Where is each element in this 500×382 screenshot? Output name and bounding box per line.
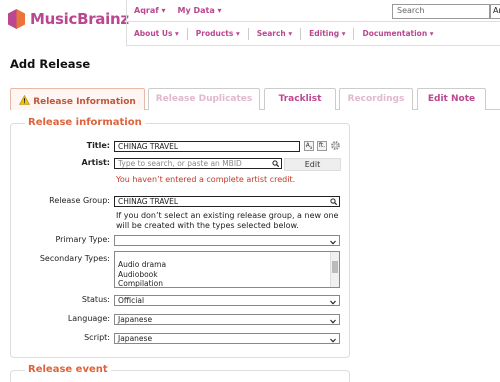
- scrollbar-thumb[interactable]: [332, 261, 338, 273]
- search-input[interactable]: Search: [392, 4, 490, 19]
- status-select[interactable]: Official: [114, 295, 340, 306]
- chevron-down-icon: [330, 317, 336, 324]
- list-item[interactable]: Audio drama: [118, 260, 336, 270]
- script-value: Japanese: [118, 334, 153, 343]
- artist-error-message: You haven’t entered a complete artist cr…: [116, 175, 296, 184]
- status-label: Status:: [81, 295, 110, 304]
- fieldset-legend: Release event: [25, 364, 111, 375]
- nav-products[interactable]: Products ▾: [196, 29, 248, 41]
- page-title: Add Release: [10, 57, 91, 71]
- nav-separator: [300, 28, 302, 40]
- gear-icon[interactable]: [330, 140, 341, 151]
- tab-label: Recordings: [347, 94, 405, 104]
- nav-separator: [186, 28, 188, 40]
- release-event-fieldset: Release event: [10, 364, 350, 382]
- user-nav: Aqraf ▾ My Data ▾: [134, 6, 222, 15]
- tab-edit-note[interactable]: Edit Note: [417, 88, 486, 110]
- tab-label: Edit Note: [427, 94, 476, 104]
- header-divider: [126, 0, 127, 46]
- site-header: MusicBrainz Aqraf ▾ My Data ▾ Search Art…: [0, 0, 500, 46]
- site-logo[interactable]: MusicBrainz: [8, 9, 129, 29]
- listbox-scrollbar[interactable]: [330, 252, 339, 287]
- nav-about-us[interactable]: About Us ▾: [134, 29, 187, 41]
- artist-placeholder: Type to search, or paste an MBID: [118, 159, 242, 168]
- tab-label: Release Information: [33, 97, 136, 107]
- guess-case-button[interactable]: Aa: [304, 141, 314, 151]
- status-value: Official: [118, 296, 145, 305]
- language-select[interactable]: Japanese: [114, 314, 340, 325]
- my-data-menu[interactable]: My Data ▾: [178, 6, 222, 15]
- artist-label: Artist:: [81, 158, 111, 167]
- tab-label: Release Duplicates: [155, 94, 253, 104]
- secondary-types-listbox[interactable]: Audio drama Audiobook Compilation: [114, 251, 340, 288]
- tab-tracklist[interactable]: Tracklist: [264, 88, 336, 110]
- guess-feat-icon: ft.: [318, 142, 326, 149]
- chevron-down-icon: [330, 336, 336, 343]
- nav-separator: [353, 28, 355, 40]
- search-icon[interactable]: [330, 198, 338, 206]
- artist-input[interactable]: Type to search, or paste an MBID: [114, 158, 282, 169]
- header-divider: [126, 21, 500, 22]
- title-input[interactable]: CHINAG TRAVEL: [114, 141, 300, 152]
- header-divider: [126, 45, 500, 46]
- release-group-input[interactable]: CHINAG TRAVEL: [114, 196, 340, 207]
- script-select[interactable]: Japanese: [114, 333, 340, 344]
- search-icon[interactable]: [272, 160, 280, 168]
- user-menu[interactable]: Aqraf ▾: [134, 6, 166, 15]
- nav-separator: [247, 28, 249, 40]
- search-type-select[interactable]: Artist: [490, 4, 500, 19]
- chevron-down-icon: [330, 238, 336, 245]
- language-label: Language:: [67, 314, 110, 323]
- guess-case-icon: Aa: [305, 142, 313, 151]
- fieldset-legend: Release information: [25, 117, 145, 128]
- script-label: Script:: [84, 333, 110, 342]
- list-item[interactable]: Audiobook: [118, 270, 336, 280]
- release-group-help: If you don’t select an existing release …: [116, 211, 339, 230]
- release-group-value: CHINAG TRAVEL: [118, 197, 179, 206]
- tab-recordings[interactable]: Recordings: [339, 88, 413, 110]
- secondary-types-label: Secondary Types:: [39, 254, 110, 263]
- nav-editing[interactable]: Editing ▾: [309, 29, 353, 41]
- primary-type-label: Primary Type:: [55, 235, 110, 244]
- nav-search[interactable]: Search ▾: [257, 29, 300, 41]
- tab-label: Tracklist: [278, 94, 322, 104]
- warning-icon: [19, 94, 31, 105]
- artist-edit-button[interactable]: Edit: [284, 158, 341, 171]
- logo-text: MusicBrainz: [30, 10, 129, 28]
- main-nav: About Us ▾ Products ▾ Search ▾ Editing ▾…: [134, 28, 442, 41]
- release-group-label: Release Group:: [49, 196, 110, 205]
- tab-release-information[interactable]: Release Information: [10, 88, 145, 110]
- primary-type-select[interactable]: [114, 235, 340, 246]
- release-editor-tabs: Release Information Release Duplicates T…: [10, 88, 500, 110]
- nav-documentation[interactable]: Documentation ▾: [362, 29, 441, 41]
- chevron-down-icon: [330, 298, 336, 305]
- tab-release-duplicates[interactable]: Release Duplicates: [148, 88, 260, 110]
- list-item[interactable]: Compilation: [118, 279, 336, 287]
- musicbrainz-logo-icon: [8, 9, 25, 29]
- language-value: Japanese: [118, 315, 153, 324]
- guess-feat-button[interactable]: ft.: [317, 141, 327, 151]
- title-label: Title:: [86, 141, 110, 150]
